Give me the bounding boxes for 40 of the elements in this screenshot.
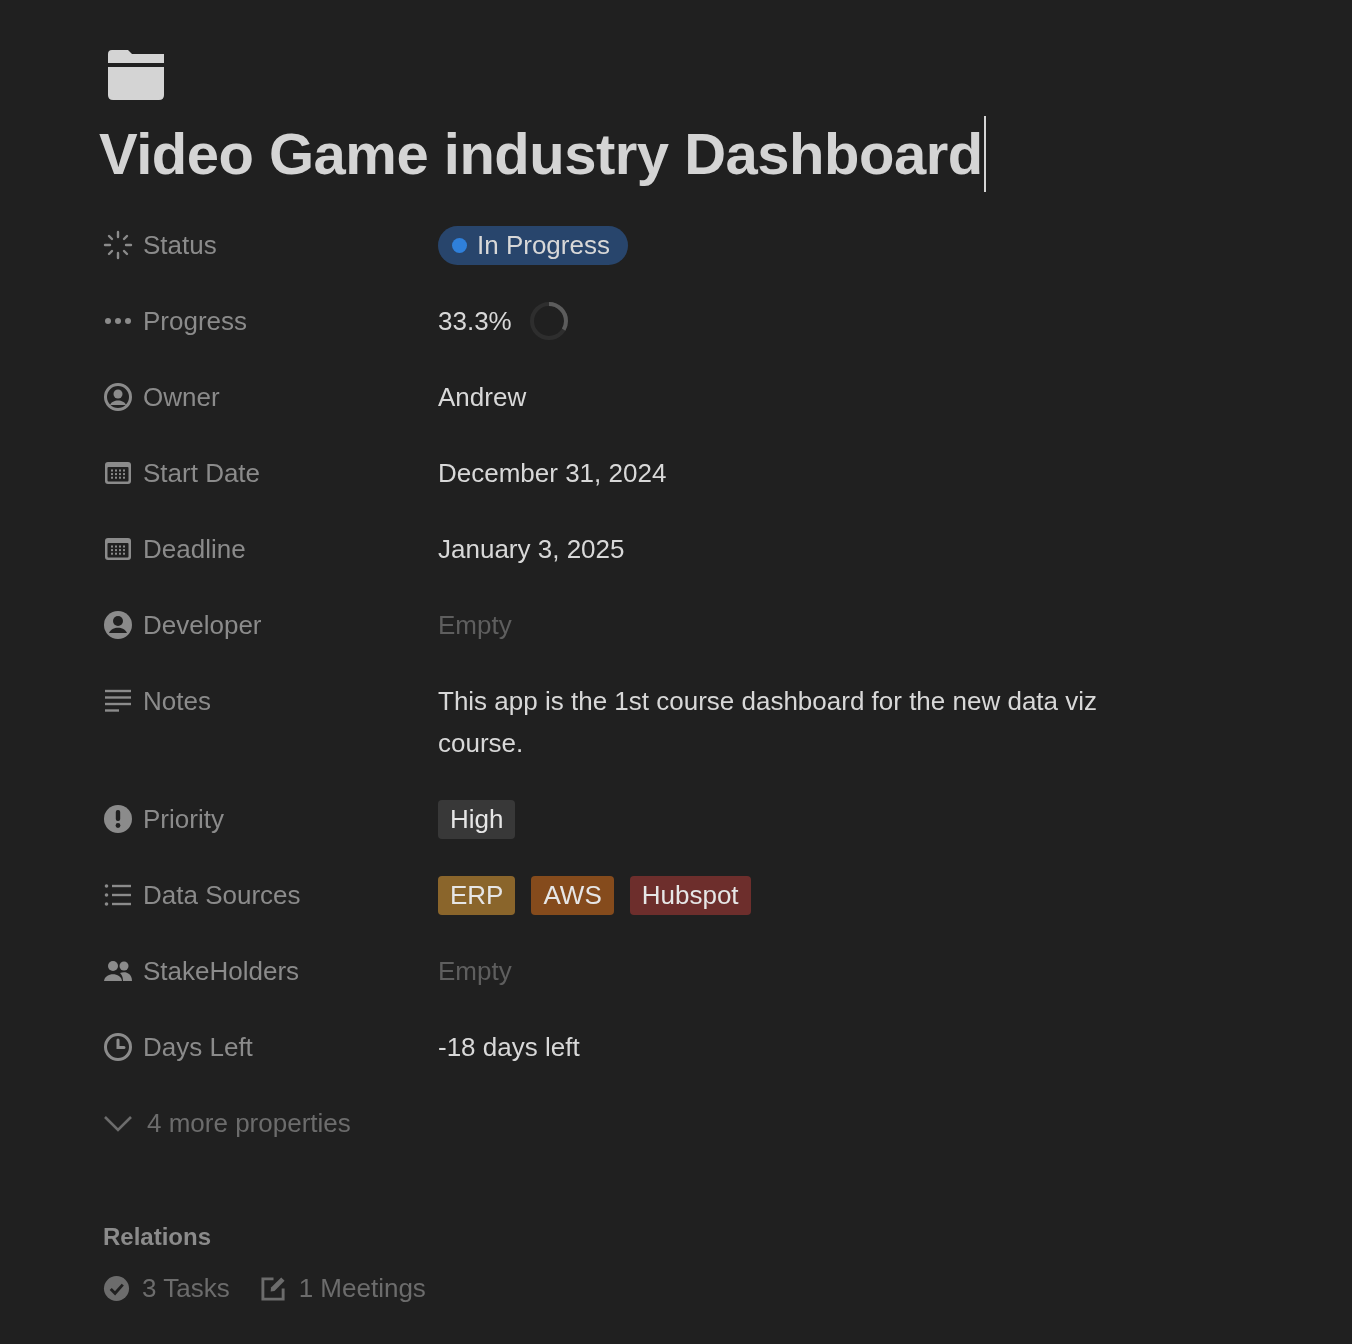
relation-link[interactable]: 3 Tasks <box>103 1273 230 1304</box>
property-value: -18 days left <box>438 1031 580 1064</box>
user-circle-icon <box>103 610 133 640</box>
status-pill[interactable]: In Progress <box>438 225 628 265</box>
property-label[interactable]: Priority <box>143 803 224 835</box>
property-value: January 3, 2025 <box>438 533 625 566</box>
property-value: Andrew <box>438 381 527 414</box>
check-circle-icon <box>103 1275 130 1302</box>
empty-field[interactable]: Empty <box>438 587 512 663</box>
edit-icon <box>259 1275 287 1302</box>
property-label[interactable]: Start Date <box>143 457 261 489</box>
property-label[interactable]: Data Sources <box>143 879 301 911</box>
folder-icon <box>108 50 164 100</box>
tag[interactable]: ERP <box>438 875 516 915</box>
page-title[interactable]: Video Game industry Dashboard <box>99 114 983 194</box>
property-label[interactable]: Owner <box>143 381 220 413</box>
clock-icon <box>103 1032 133 1062</box>
progress-ring <box>527 300 570 342</box>
user-circle-icon <box>103 382 133 412</box>
property-value: This app is the 1st course dashboard for the new data viz course. <box>438 685 1099 760</box>
exclamation-circle-icon <box>103 804 133 834</box>
property-label[interactable]: Status <box>143 229 217 261</box>
property-label[interactable]: Developer <box>143 609 262 641</box>
more-properties-toggle[interactable]: 4 more properties <box>103 1085 351 1161</box>
property-label[interactable]: StakeHolders <box>143 955 300 987</box>
tag[interactable]: Hubspot <box>629 875 751 915</box>
relation-link[interactable]: 1 Meetings <box>259 1273 426 1304</box>
dots-icon <box>105 318 131 324</box>
tag[interactable]: High <box>438 799 516 839</box>
property-label[interactable]: Progress <box>143 305 248 337</box>
empty-field[interactable]: Empty <box>438 933 512 1009</box>
property-label[interactable]: Deadline <box>143 533 246 565</box>
progress-value: 33.3% <box>438 305 512 338</box>
property-label[interactable]: Notes <box>143 685 211 717</box>
property-label[interactable]: Days Left <box>143 1031 253 1063</box>
relations-heading: Relations <box>103 1223 212 1251</box>
status-dot <box>452 237 467 253</box>
loading-icon <box>103 230 133 260</box>
tag[interactable]: AWS <box>531 875 614 915</box>
property-value: December 31, 2024 <box>438 457 667 490</box>
